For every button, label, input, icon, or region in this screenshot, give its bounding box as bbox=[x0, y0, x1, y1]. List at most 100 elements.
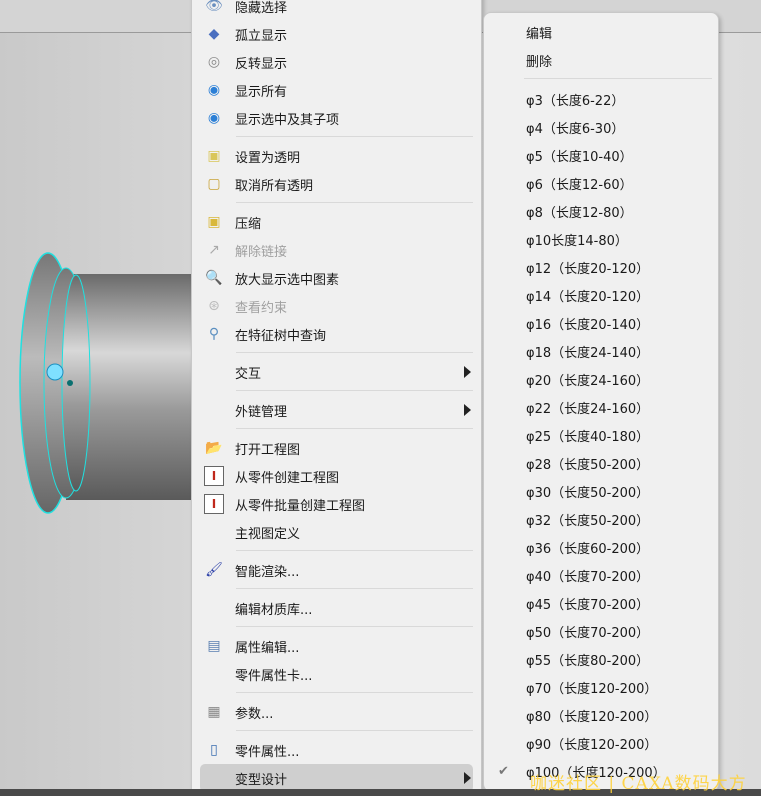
sub-item-0[interactable]: 编辑 bbox=[484, 18, 718, 46]
main-item-10[interactable]: ↗ 解除链接 bbox=[192, 236, 481, 264]
sub-item-1[interactable]: 删除 bbox=[484, 46, 718, 74]
menu-item-label: 隐藏选择 bbox=[235, 0, 288, 16]
menu-separator bbox=[192, 546, 481, 556]
menu-item-label: 零件属性卡... bbox=[235, 668, 313, 684]
sub-item-12[interactable]: φ18（长度24-140） bbox=[484, 337, 718, 365]
sub-item-19[interactable]: φ36（长度60-200） bbox=[484, 533, 718, 561]
menu-separator bbox=[192, 688, 481, 698]
main-item-7[interactable]: ▢ 取消所有透明 bbox=[192, 170, 481, 198]
main-item-31[interactable]: ▦ 参数... bbox=[192, 698, 481, 726]
main-item-12[interactable]: ⊛ 查看约束 bbox=[192, 292, 481, 320]
sub-item-26[interactable]: φ90（长度120-200） bbox=[484, 729, 718, 757]
part-properties-icon: ▯ bbox=[210, 742, 218, 758]
menu-item-label: 零件属性... bbox=[235, 744, 300, 760]
main-item-15[interactable]: 交互 bbox=[192, 358, 481, 386]
menu-item-label: φ36（长度60-200） bbox=[526, 541, 650, 557]
sub-item-11[interactable]: φ16（长度20-140） bbox=[484, 309, 718, 337]
sub-item-27[interactable]: ✔ φ100（长度120-200） bbox=[484, 757, 718, 785]
menu-item-label: 显示选中及其子项 bbox=[235, 112, 340, 128]
parameters-table-icon: ▦ bbox=[207, 704, 221, 720]
sub-item-18[interactable]: φ32（长度50-200） bbox=[484, 505, 718, 533]
sub-item-8[interactable]: φ10长度14-80） bbox=[484, 225, 718, 253]
main-item-9[interactable]: ▣ 压缩 bbox=[192, 208, 481, 236]
menu-item-label: 解除链接 bbox=[235, 244, 288, 260]
view-constraint-icon: ⊛ bbox=[208, 298, 220, 314]
variant-design-submenu: 编辑删除 φ3（长度6-22） φ4（长度6-30） φ5（长度10-40） φ6（长度… bbox=[483, 12, 719, 792]
menu-item-label: 从零件创建工程图 bbox=[235, 470, 340, 486]
sub-item-16[interactable]: φ28（长度50-200） bbox=[484, 449, 718, 477]
menu-item-label: 反转显示 bbox=[235, 56, 288, 72]
sub-item-21[interactable]: φ45（长度70-200） bbox=[484, 589, 718, 617]
main-item-11[interactable]: 🔍 放大显示选中图素 bbox=[192, 264, 481, 292]
sub-item-5[interactable]: φ5（长度10-40） bbox=[484, 141, 718, 169]
main-item-24[interactable]: 🖌 智能渲染... bbox=[192, 556, 481, 584]
main-item-20[interactable]: I 从零件创建工程图 bbox=[192, 462, 481, 490]
sub-item-7[interactable]: φ8（长度12-80） bbox=[484, 197, 718, 225]
show-all-eye-icon: ◉ bbox=[207, 82, 221, 98]
menu-item-label: φ10长度14-80） bbox=[526, 233, 628, 249]
main-item-0[interactable]: 👁 隐藏选择 bbox=[192, 0, 481, 20]
main-item-33[interactable]: ▯ 零件属性... bbox=[192, 736, 481, 764]
isolate-display-icon: ◆ bbox=[208, 26, 220, 42]
menu-item-label: 变型设计 bbox=[235, 772, 288, 788]
main-item-6[interactable]: ▣ 设置为透明 bbox=[192, 142, 481, 170]
zoom-selected-magnifier-icon: 🔍 bbox=[205, 270, 223, 286]
menu-item-label: 编辑 bbox=[526, 26, 553, 42]
sub-item-23[interactable]: φ55（长度80-200） bbox=[484, 645, 718, 673]
menu-item-label: 外链管理 bbox=[235, 404, 288, 420]
checkmark-icon: ✔ bbox=[498, 763, 509, 779]
sub-item-20[interactable]: φ40（长度70-200） bbox=[484, 561, 718, 589]
hide-selection-icon: 👁 bbox=[205, 0, 223, 14]
menu-separator bbox=[192, 622, 481, 632]
sub-item-15[interactable]: φ25（长度40-180） bbox=[484, 421, 718, 449]
submenu-arrow-icon bbox=[464, 366, 471, 378]
render-brush-icon: 🖌 bbox=[205, 562, 223, 578]
main-item-2[interactable]: ◎ 反转显示 bbox=[192, 48, 481, 76]
menu-item-label: φ8（长度12-80） bbox=[526, 205, 633, 221]
main-item-17[interactable]: 外链管理 bbox=[192, 396, 481, 424]
sub-item-14[interactable]: φ22（长度24-160） bbox=[484, 393, 718, 421]
sub-item-3[interactable]: φ3（长度6-22） bbox=[484, 85, 718, 113]
menu-item-label: φ30（长度50-200） bbox=[526, 485, 650, 501]
sub-item-9[interactable]: φ12（长度20-120） bbox=[484, 253, 718, 281]
menu-item-label: 显示所有 bbox=[235, 84, 288, 100]
main-item-19[interactable]: 📂 打开工程图 bbox=[192, 434, 481, 462]
property-edit-icon: ▤ bbox=[207, 638, 221, 654]
main-item-26[interactable]: 编辑材质库... bbox=[192, 594, 481, 622]
main-item-21[interactable]: I 从零件批量创建工程图 bbox=[192, 490, 481, 518]
menu-item-label: φ6（长度12-60） bbox=[526, 177, 633, 193]
menu-item-label: φ14（长度20-120） bbox=[526, 289, 650, 305]
main-item-34[interactable]: 变型设计 bbox=[200, 764, 473, 792]
sub-item-24[interactable]: φ70（长度120-200） bbox=[484, 673, 718, 701]
open-drawing-folder-icon: 📂 bbox=[205, 440, 223, 456]
sub-item-25[interactable]: φ80（长度120-200） bbox=[484, 701, 718, 729]
main-item-28[interactable]: ▤ 属性编辑... bbox=[192, 632, 481, 660]
menu-item-label: φ4（长度6-30） bbox=[526, 121, 625, 137]
main-item-4[interactable]: ◉ 显示选中及其子项 bbox=[192, 104, 481, 132]
3d-part-cylinder[interactable] bbox=[18, 252, 198, 514]
status-bar bbox=[0, 789, 761, 796]
sub-item-10[interactable]: φ14（长度20-120） bbox=[484, 281, 718, 309]
main-item-3[interactable]: ◉ 显示所有 bbox=[192, 76, 481, 104]
menu-item-label: φ45（长度70-200） bbox=[526, 597, 650, 613]
menu-item-label: φ80（长度120-200） bbox=[526, 709, 658, 725]
sub-item-17[interactable]: φ30（长度50-200） bbox=[484, 477, 718, 505]
menu-item-label: φ70（长度120-200） bbox=[526, 681, 658, 697]
main-item-13[interactable]: ⚲ 在特征树中查询 bbox=[192, 320, 481, 348]
main-item-22[interactable]: 主视图定义 bbox=[192, 518, 481, 546]
submenu-arrow-icon bbox=[464, 404, 471, 416]
menu-item-label: 在特征树中查询 bbox=[235, 328, 327, 344]
menu-item-label: 主视图定义 bbox=[235, 526, 301, 542]
main-item-29[interactable]: 零件属性卡... bbox=[192, 660, 481, 688]
menu-item-label: φ5（长度10-40） bbox=[526, 149, 633, 165]
sub-item-6[interactable]: φ6（长度12-60） bbox=[484, 169, 718, 197]
menu-item-label: 从零件批量创建工程图 bbox=[235, 498, 366, 514]
cancel-transparent-icon: ▢ bbox=[207, 176, 221, 192]
menu-separator bbox=[192, 386, 481, 396]
menu-separator bbox=[484, 74, 718, 85]
menu-item-label: 放大显示选中图素 bbox=[235, 272, 340, 288]
main-item-1[interactable]: ◆ 孤立显示 bbox=[192, 20, 481, 48]
sub-item-22[interactable]: φ50（长度70-200） bbox=[484, 617, 718, 645]
sub-item-4[interactable]: φ4（长度6-30） bbox=[484, 113, 718, 141]
sub-item-13[interactable]: φ20（长度24-160） bbox=[484, 365, 718, 393]
